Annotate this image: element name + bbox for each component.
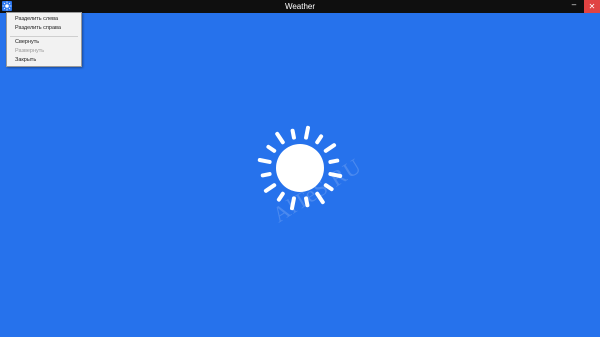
close-button[interactable]: ✕ xyxy=(584,0,600,13)
window-title: Weather xyxy=(284,2,316,11)
title-bar: Weather – ✕ xyxy=(0,0,600,13)
sun-ray xyxy=(304,125,310,140)
sun-ray xyxy=(260,172,272,178)
menu-item-snap-left[interactable]: Разделить слева xyxy=(15,15,58,23)
sun-ray xyxy=(328,158,340,164)
sun-ray xyxy=(263,183,277,193)
sun-ray xyxy=(257,158,272,164)
sun-ray xyxy=(275,131,285,145)
menu-item-maximize: Развернуть xyxy=(15,48,45,54)
sun-ray xyxy=(315,134,324,145)
sun-ray xyxy=(290,128,296,140)
menu-item-minimize[interactable]: Свернуть xyxy=(15,38,39,46)
system-menu: Разделить слева Разделить справа Свернут… xyxy=(6,12,82,67)
sun-ray xyxy=(266,144,277,153)
menu-item-snap-right[interactable]: Разделить справа xyxy=(15,24,61,32)
sun-ray xyxy=(323,143,337,153)
minimize-button[interactable]: – xyxy=(566,0,582,13)
menu-separator xyxy=(10,36,78,37)
menu-item-close[interactable]: Закрыть xyxy=(15,56,36,64)
